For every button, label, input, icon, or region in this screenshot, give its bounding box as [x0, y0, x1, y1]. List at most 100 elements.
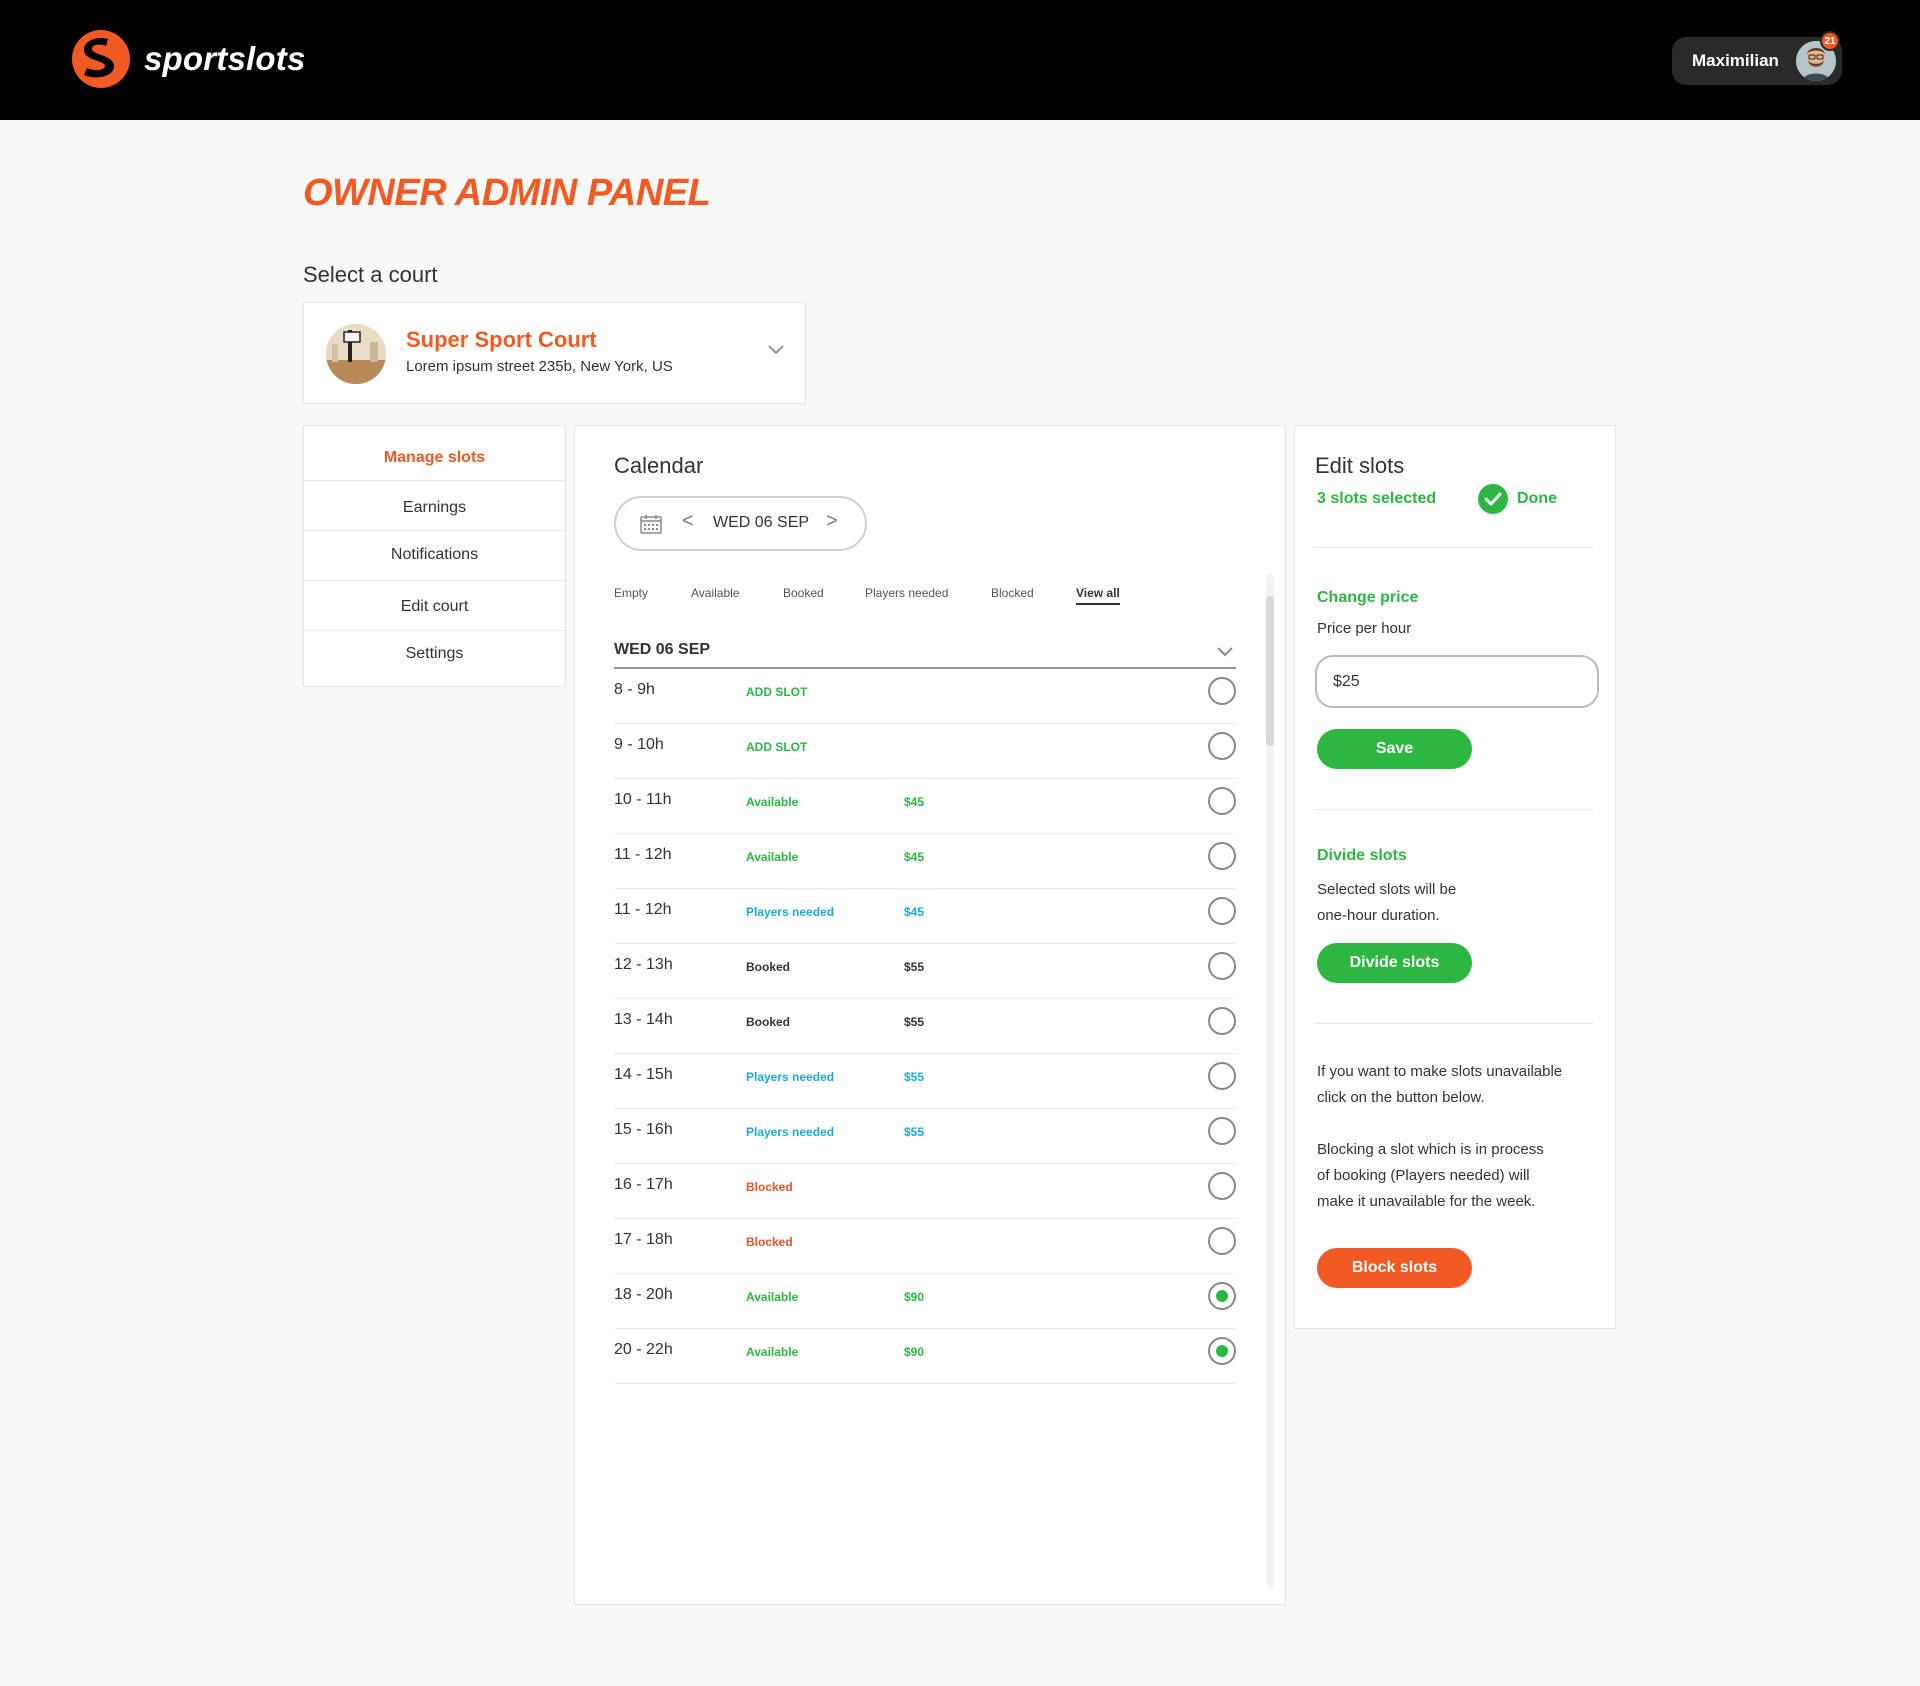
scrollbar-thumb[interactable]: [1266, 596, 1274, 746]
slot-status: Available: [746, 850, 799, 864]
nav-item-notifications[interactable]: Notifications: [304, 546, 565, 564]
notification-badge: 21: [1820, 31, 1840, 51]
divide-slots-button[interactable]: Divide slots: [1317, 943, 1472, 983]
slot-time: 11 - 12h: [614, 846, 672, 863]
slot-price: $90: [904, 1290, 925, 1304]
nav-item-settings[interactable]: Settings: [304, 645, 565, 663]
filter-booked[interactable]: Booked: [783, 586, 824, 600]
court-name: Super Sport Court: [406, 327, 597, 352]
filter-available[interactable]: Available: [691, 586, 739, 600]
slot-select-radio[interactable]: [1208, 732, 1236, 760]
block-info-text: click on the button below.: [1317, 1089, 1485, 1106]
slot-row[interactable]: 20 - 22h Available $90: [614, 1329, 1236, 1384]
slot-select-radio[interactable]: [1208, 952, 1236, 980]
block-warning-text: make it unavailable for the week.: [1317, 1193, 1536, 1210]
previous-day-button[interactable]: <: [682, 510, 694, 533]
slot-row[interactable]: 13 - 14h Booked $55: [614, 999, 1236, 1054]
price-input[interactable]: [1315, 655, 1599, 708]
day-header[interactable]: WED 06 SEP: [614, 641, 1236, 669]
slot-row[interactable]: 15 - 16h Players needed $55: [614, 1109, 1236, 1164]
date-picker[interactable]: < WED 06 SEP >: [614, 496, 867, 551]
done-button[interactable]: Done: [1517, 490, 1557, 508]
day-title: WED 06 SEP: [614, 641, 711, 658]
slot-time: 18 - 20h: [614, 1286, 673, 1303]
chevron-down-icon[interactable]: [1216, 645, 1234, 663]
slot-time: 16 - 17h: [614, 1176, 673, 1193]
slot-time: 14 - 15h: [614, 1066, 673, 1083]
block-info-text: If you want to make slots unavailable: [1317, 1063, 1563, 1080]
slot-select-radio[interactable]: [1208, 1282, 1236, 1310]
slot-row[interactable]: 12 - 13h Booked $55: [614, 944, 1236, 999]
slot-select-radio[interactable]: [1208, 677, 1236, 705]
add-slot-button[interactable]: ADD SLOT: [746, 740, 807, 754]
slot-row[interactable]: 11 - 12h Players needed $45: [614, 889, 1236, 944]
divider: [1315, 809, 1593, 810]
save-button[interactable]: Save: [1317, 729, 1472, 769]
slot-select-radio[interactable]: [1208, 897, 1236, 925]
filter-blocked[interactable]: Blocked: [991, 586, 1034, 600]
selected-count: 3 slots selected: [1317, 490, 1437, 507]
chevron-down-icon[interactable]: [767, 343, 785, 361]
slot-select-radio[interactable]: [1208, 1227, 1236, 1255]
slot-row[interactable]: 10 - 11h Available $45: [614, 779, 1236, 834]
divider: [304, 530, 565, 531]
slot-row[interactable]: 16 - 17h Blocked: [614, 1164, 1236, 1219]
brand-logo[interactable]: sportslots: [70, 28, 306, 90]
divider: [1315, 1023, 1593, 1024]
divide-slots-text: Selected slots will be: [1317, 881, 1457, 898]
divide-slots-text: one-hour duration.: [1317, 907, 1440, 924]
slot-time: 10 - 11h: [614, 791, 672, 808]
slot-row[interactable]: 18 - 20h Available $90: [614, 1274, 1236, 1329]
slot-time: 17 - 18h: [614, 1231, 673, 1248]
slot-select-radio[interactable]: [1208, 1337, 1236, 1365]
block-slots-button[interactable]: Block slots: [1317, 1248, 1472, 1288]
price-per-hour-label: Price per hour: [1317, 620, 1412, 637]
slot-select-radio[interactable]: [1208, 1117, 1236, 1145]
slot-status: Booked: [746, 960, 791, 974]
user-menu[interactable]: Maximilian 21: [1672, 31, 1842, 85]
nav-item-manage-slots[interactable]: Manage slots: [304, 449, 565, 467]
slot-row[interactable]: 17 - 18h Blocked: [614, 1219, 1236, 1274]
filter-view-all[interactable]: View all: [1076, 586, 1120, 605]
add-slot-button[interactable]: ADD SLOT: [746, 685, 807, 699]
slot-row[interactable]: 8 - 9h ADD SLOT: [614, 669, 1236, 724]
slot-time: 9 - 10h: [614, 736, 664, 753]
slot-select-radio[interactable]: [1208, 1062, 1236, 1090]
calendar-icon[interactable]: [640, 514, 662, 539]
filter-players-needed[interactable]: Players needed: [865, 586, 948, 600]
slot-row[interactable]: 9 - 10h ADD SLOT: [614, 724, 1236, 779]
slot-time: 11 - 12h: [614, 901, 672, 918]
slot-select-radio[interactable]: [1208, 1007, 1236, 1035]
court-address: Lorem ipsum street 235b, New York, US: [406, 358, 673, 375]
edit-slots-panel: Edit slots 3 slots selected Done Change …: [1294, 425, 1616, 1329]
slot-price: $55: [904, 1070, 925, 1084]
slot-status: Booked: [746, 1015, 791, 1029]
slot-row[interactable]: 14 - 15h Players needed $55: [614, 1054, 1236, 1109]
next-day-button[interactable]: >: [826, 510, 838, 533]
slot-time: 8 - 9h: [614, 681, 655, 698]
slot-price: $55: [904, 1125, 925, 1139]
court-thumbnail: [326, 324, 386, 384]
change-price-title: Change price: [1317, 589, 1419, 606]
slot-price: $90: [904, 1345, 925, 1359]
slot-select-radio[interactable]: [1208, 842, 1236, 870]
slot-status: Available: [746, 1290, 799, 1304]
slot-time: 15 - 16h: [614, 1121, 673, 1138]
check-icon[interactable]: [1478, 484, 1508, 514]
slot-row[interactable]: 11 - 12h Available $45: [614, 834, 1236, 889]
block-warning-text: of booking (Players needed) will: [1317, 1167, 1530, 1184]
scrollbar[interactable]: [1266, 574, 1274, 1589]
filter-empty[interactable]: Empty: [614, 586, 648, 600]
court-selector[interactable]: Super Sport Court Lorem ipsum street 235…: [303, 302, 806, 404]
slot-select-radio[interactable]: [1208, 787, 1236, 815]
slot-price: $55: [904, 960, 925, 974]
slot-status: Blocked: [746, 1180, 793, 1194]
slot-status: Available: [746, 795, 799, 809]
nav-item-edit-court[interactable]: Edit court: [304, 598, 565, 616]
nav-item-earnings[interactable]: Earnings: [304, 499, 565, 517]
top-navigation-bar: sportslots Maximilian 21: [0, 0, 1920, 120]
page-title: OWNER ADMIN PANEL: [303, 172, 711, 214]
slot-select-radio[interactable]: [1208, 1172, 1236, 1200]
block-warning-text: Blocking a slot which is in process: [1317, 1141, 1544, 1158]
slot-time: 20 - 22h: [614, 1341, 673, 1358]
